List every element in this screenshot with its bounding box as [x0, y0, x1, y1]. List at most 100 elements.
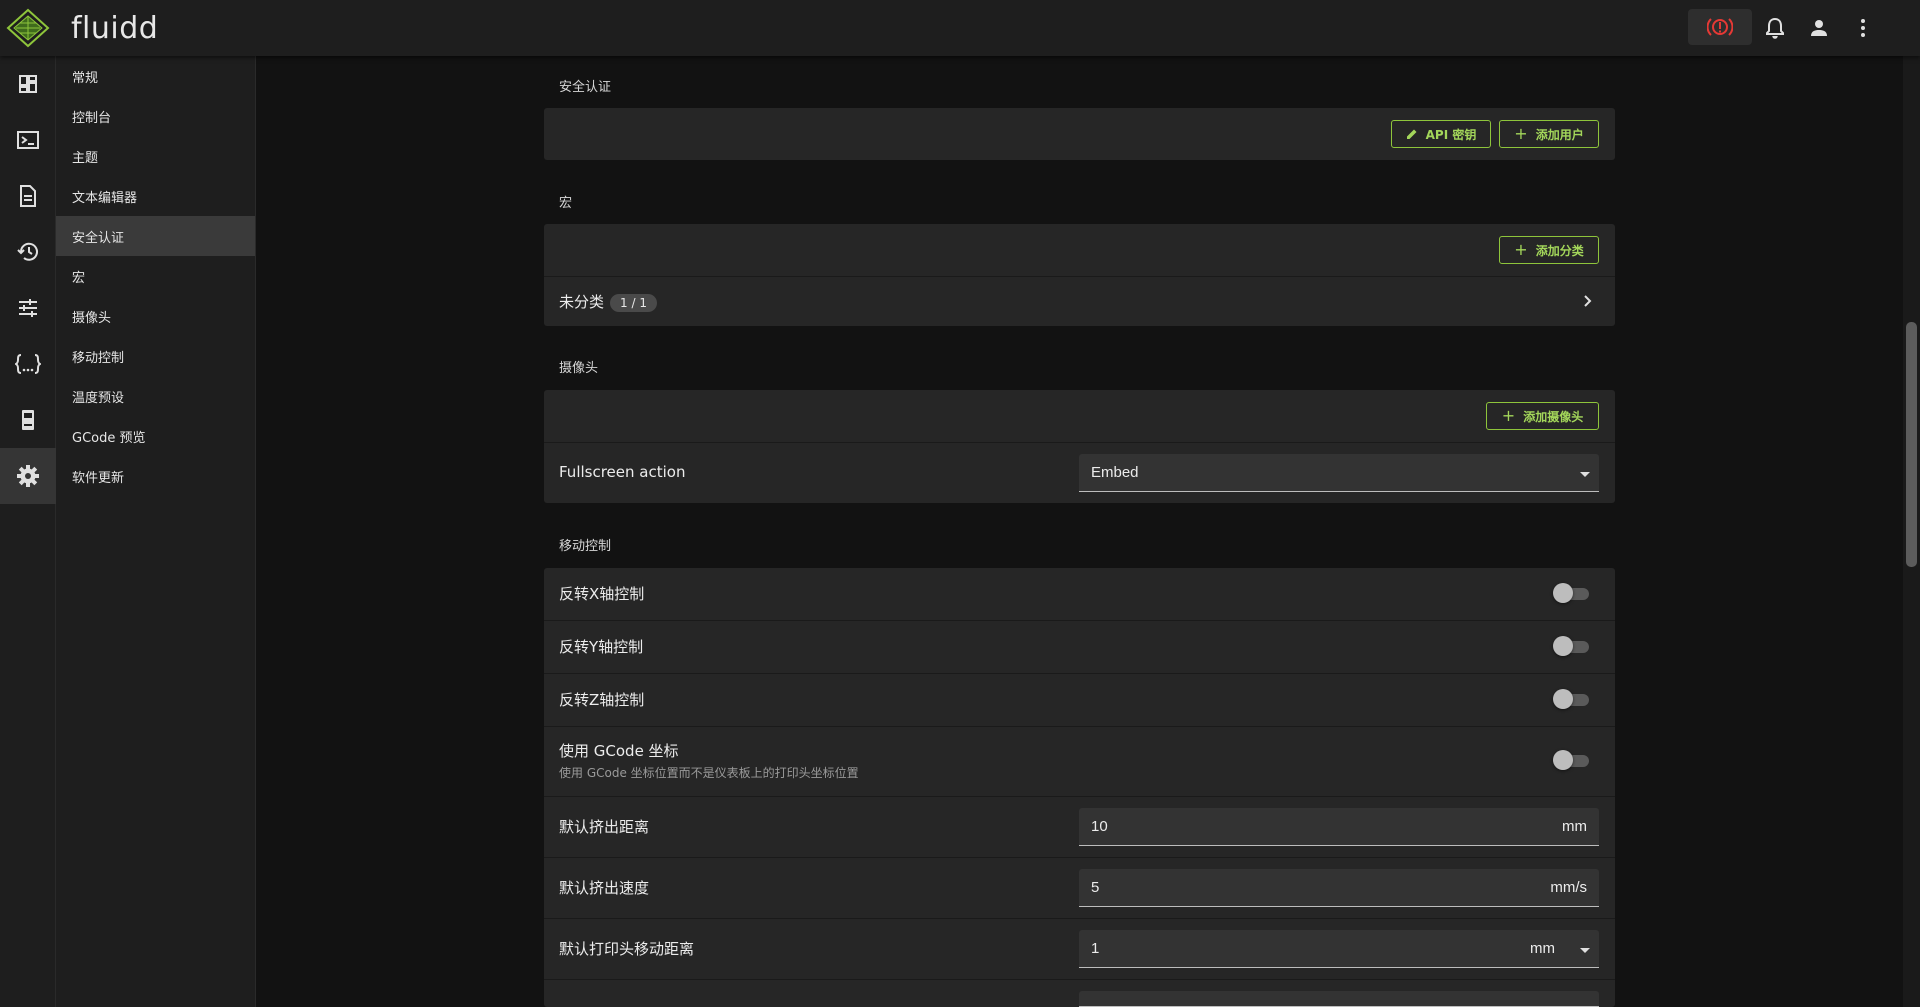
- add-camera-label: 添加摄像头: [1523, 409, 1584, 424]
- pencil-icon: [1406, 129, 1417, 139]
- use-gcode-coords-description: 使用 GCode 坐标位置而不是仪表板上的打印头坐标位置: [559, 766, 859, 780]
- extrude-distance-unit: mm: [1562, 818, 1587, 835]
- toggle-knob: [1553, 583, 1573, 603]
- macros-card: + 添加分类 未分类 1 / 1: [544, 224, 1615, 326]
- use-gcode-coords-toggle[interactable]: [1553, 749, 1589, 771]
- extrude-speed-label: 默认挤出速度: [559, 879, 650, 897]
- rail-printer[interactable]: [0, 392, 56, 448]
- extrude-speed-input[interactable]: 5 mm/s: [1079, 869, 1599, 907]
- chevron-down-icon: [1580, 472, 1590, 477]
- macro-category: 未分类 1 / 1: [559, 291, 657, 312]
- more-vert-icon: [1861, 19, 1865, 37]
- tune-icon: [19, 299, 37, 317]
- move-distance-value: 1: [1091, 940, 1100, 957]
- extrude-speed-value: 5: [1091, 879, 1100, 896]
- rail-settings[interactable]: [0, 448, 56, 504]
- fluidd-logo-icon[interactable]: [6, 8, 50, 48]
- add-user-button[interactable]: + 添加用户: [1499, 120, 1599, 148]
- next-setting-input[interactable]: [1079, 991, 1599, 1007]
- settings-nav-auth[interactable]: 安全认证: [56, 216, 255, 256]
- app-brand[interactable]: fluidd: [71, 11, 158, 46]
- extrude-distance-label: 默认挤出距离: [559, 818, 650, 836]
- rail-history[interactable]: [0, 224, 56, 280]
- rail-config[interactable]: [0, 336, 56, 392]
- invert-z-toggle[interactable]: [1553, 688, 1589, 710]
- api-key-label: API 密钥: [1425, 127, 1477, 142]
- settings-nav-presets[interactable]: 温度预设: [56, 376, 255, 416]
- settings-nav-cameras[interactable]: 摄像头: [56, 296, 255, 336]
- divider: [544, 796, 1615, 797]
- printer-icon: [22, 410, 34, 430]
- invert-x-label: 反转X轴控制: [559, 585, 645, 603]
- extrude-distance-value: 10: [1091, 818, 1108, 835]
- gear-icon: [17, 465, 39, 487]
- divider: [544, 857, 1615, 858]
- motion-section-title: 移动控制: [559, 539, 612, 554]
- extrude-distance-input[interactable]: 10 mm: [1079, 808, 1599, 846]
- add-category-button[interactable]: + 添加分类: [1499, 236, 1599, 264]
- bell-icon: [1766, 17, 1784, 39]
- invert-y-toggle[interactable]: [1553, 635, 1589, 657]
- invert-y-label: 反转Y轴控制: [559, 638, 644, 656]
- settings-nav-general[interactable]: 常规: [56, 56, 255, 96]
- move-distance-unit: mm: [1530, 940, 1555, 957]
- cameras-card: + 添加摄像头 Fullscreen action Embed: [544, 390, 1615, 503]
- emergency-stop-button[interactable]: [1688, 9, 1752, 45]
- rail-dashboard[interactable]: [0, 56, 56, 112]
- invert-z-label: 反转Z轴控制: [559, 691, 645, 709]
- more-menu-button[interactable]: [1849, 14, 1877, 42]
- rail-console[interactable]: [0, 112, 56, 168]
- page-scrollbar-thumb[interactable]: [1906, 322, 1917, 567]
- extrude-speed-unit: mm/s: [1550, 879, 1587, 896]
- account-button[interactable]: [1805, 14, 1833, 42]
- fullscreen-action-select[interactable]: Embed: [1079, 454, 1599, 492]
- macros-section-title: 宏: [559, 196, 573, 211]
- plus-icon: +: [1501, 406, 1516, 425]
- divider: [544, 442, 1615, 443]
- rail-tune[interactable]: [0, 280, 56, 336]
- rail-files[interactable]: [0, 168, 56, 224]
- divider: [544, 620, 1615, 621]
- add-camera-button[interactable]: + 添加摄像头: [1486, 402, 1599, 430]
- toggle-knob: [1553, 689, 1573, 709]
- auth-section-title: 安全认证: [559, 80, 612, 95]
- invert-x-toggle[interactable]: [1553, 582, 1589, 604]
- divider: [544, 918, 1615, 919]
- settings-nav-macros[interactable]: 宏: [56, 256, 255, 296]
- add-user-label: 添加用户: [1535, 127, 1584, 142]
- move-distance-input[interactable]: 1 mm: [1079, 930, 1599, 968]
- settings-nav-theme[interactable]: 主题: [56, 136, 255, 176]
- dashboard-icon: [19, 75, 37, 93]
- settings-nav-updates[interactable]: 软件更新: [56, 456, 255, 496]
- chevron-right-icon: [1584, 295, 1592, 307]
- macro-category-label: 未分类: [559, 293, 605, 311]
- divider: [544, 726, 1615, 727]
- nav-rail: [0, 56, 56, 1007]
- cameras-section-title: 摄像头: [559, 361, 599, 376]
- file-icon: [20, 185, 36, 207]
- divider: [544, 673, 1615, 674]
- divider: [544, 979, 1615, 980]
- add-category-label: 添加分类: [1535, 243, 1584, 258]
- api-key-button[interactable]: API 密钥: [1391, 120, 1491, 148]
- plus-icon: +: [1514, 124, 1528, 143]
- plus-icon: +: [1514, 240, 1528, 259]
- app-bar: fluidd: [0, 0, 1920, 56]
- auth-card: API 密钥 + 添加用户: [544, 108, 1615, 160]
- move-distance-label: 默认打印头移动距离: [559, 940, 695, 958]
- fullscreen-action-value: Embed: [1091, 464, 1139, 481]
- notifications-button[interactable]: [1761, 14, 1789, 42]
- code-braces-icon: [15, 354, 41, 374]
- emergency-stop-icon: [1707, 18, 1733, 36]
- settings-nav-motion[interactable]: 移动控制: [56, 336, 255, 376]
- settings-nav: 常规 控制台 主题 文本编辑器 安全认证 宏 摄像头 移动控制 温度预设 GCo…: [56, 56, 256, 1007]
- macro-count-badge: 1 / 1: [610, 293, 657, 312]
- toggle-knob: [1553, 636, 1573, 656]
- settings-nav-gcode-preview[interactable]: GCode 预览: [56, 416, 255, 456]
- settings-nav-editor[interactable]: 文本编辑器: [56, 176, 255, 216]
- motion-card: 反转X轴控制 反转Y轴控制 反转Z轴控制 使用 GCode 坐标 使用 GCod…: [544, 568, 1615, 1007]
- chevron-down-icon: [1580, 948, 1590, 953]
- account-icon: [1811, 20, 1827, 36]
- settings-nav-console[interactable]: 控制台: [56, 96, 255, 136]
- macro-category-row[interactable]: 未分类 1 / 1: [544, 277, 1615, 326]
